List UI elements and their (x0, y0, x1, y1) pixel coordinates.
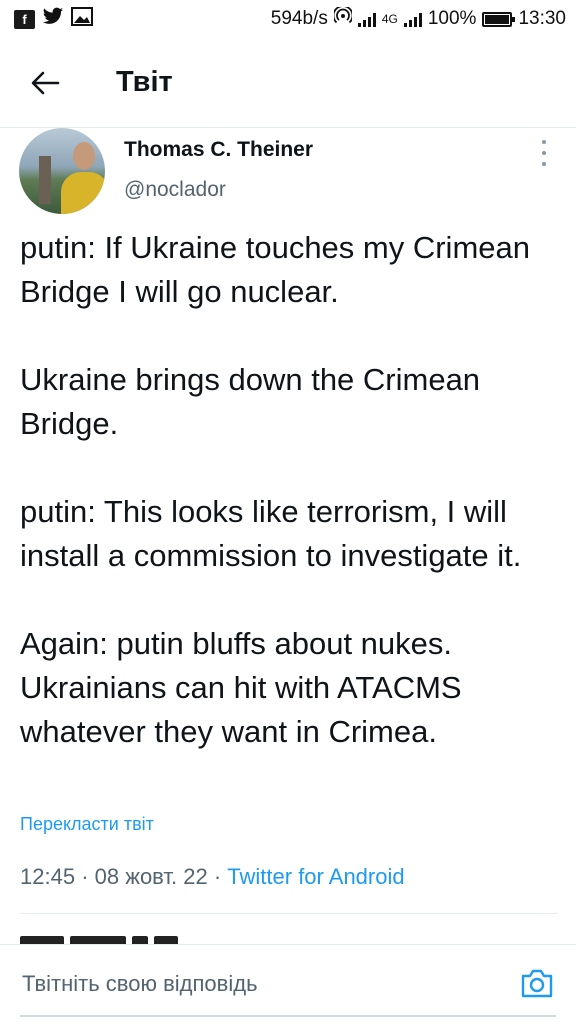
tweet-text: putin: If Ukraine touches my Crimean Bri… (20, 226, 560, 754)
author-handle[interactable]: @noclador (124, 178, 226, 202)
divider (20, 913, 558, 914)
avatar[interactable] (19, 128, 105, 214)
network-type: 4G (381, 12, 398, 26)
page-title: Твіт (116, 66, 173, 98)
tweet-paragraph: Again: putin bluffs about nukes. Ukraini… (20, 626, 462, 749)
camera-button[interactable] (520, 967, 554, 999)
battery-icon (482, 11, 516, 27)
image-icon (71, 6, 93, 32)
system-indicators: 594b/s 4G 100% 13:30 (270, 5, 566, 31)
clock: 13:30 (518, 8, 566, 29)
arrow-left-icon (31, 71, 60, 94)
meta-separator: · (213, 864, 228, 889)
tweet-paragraph: putin: This looks like terrorism, I will… (20, 494, 522, 573)
tweet: Thomas C. Theiner @noclador putin: If Uk… (0, 128, 576, 946)
tweet-paragraph: Ukraine brings down the Crimean Bridge. (20, 362, 481, 441)
reply-input-underline (20, 1015, 556, 1017)
tweet-author: Thomas C. Theiner @noclador (0, 128, 576, 220)
status-bar: f 594b/s 4G 100% 13:30 (0, 0, 576, 38)
back-button[interactable] (20, 58, 70, 108)
camera-icon (521, 969, 553, 998)
tweet-meta: 12:45 · 08 жовт. 22 · Twitter for Androi… (20, 864, 405, 890)
twitter-bird-icon (42, 7, 64, 32)
app-header: Твіт (0, 38, 576, 128)
meta-separator: · (81, 864, 95, 889)
more-options-icon[interactable] (534, 140, 554, 166)
battery-percent: 100% (427, 8, 477, 29)
notification-icons: f (14, 6, 93, 32)
reply-bar: Твітніть свою відповідь (0, 944, 576, 1024)
reply-input[interactable]: Твітніть свою відповідь (22, 971, 258, 997)
tweet-source-link[interactable]: Twitter for Android (227, 864, 404, 889)
translate-tweet-link[interactable]: Перекласти твіт (20, 814, 154, 835)
signal-icon-2 (403, 11, 422, 27)
signal-icon (357, 11, 376, 27)
author-name[interactable]: Thomas C. Theiner (124, 138, 313, 162)
tweet-time: 12:45 (20, 864, 76, 889)
facebook-icon: f (14, 9, 35, 29)
tweet-date: 08 жовт. 22 (94, 864, 208, 889)
tweet-paragraph: putin: If Ukraine touches my Crimean Bri… (20, 230, 530, 309)
hotspot-icon (332, 5, 354, 31)
network-speed: 594b/s (270, 8, 328, 29)
